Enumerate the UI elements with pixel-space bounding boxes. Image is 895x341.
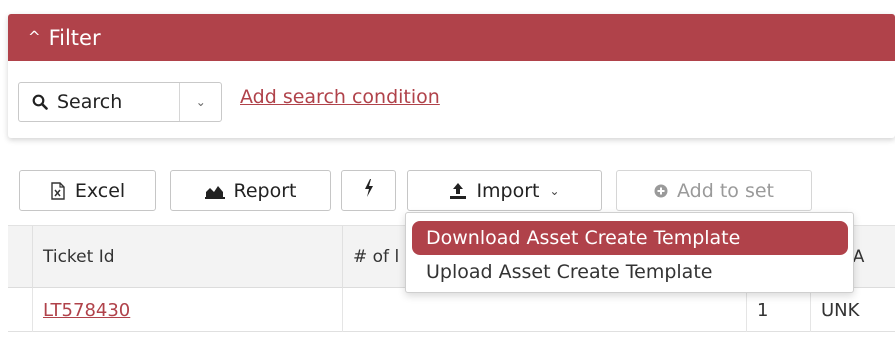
plus-circle-icon xyxy=(654,184,668,198)
search-button-group: Search ⌄ xyxy=(18,82,222,122)
excel-file-icon xyxy=(50,181,66,200)
excel-button-label: Excel xyxy=(74,179,126,202)
add-search-condition-link[interactable]: Add search condition xyxy=(240,86,440,108)
report-button-label: Report xyxy=(233,179,297,202)
add-to-set-button-label: Add to set xyxy=(677,179,774,202)
column-header-ticket-id[interactable]: Ticket Id xyxy=(32,226,342,288)
add-to-set-button[interactable]: Add to set xyxy=(616,170,812,211)
area-chart-icon xyxy=(204,183,225,199)
import-button[interactable]: Import ⌄ xyxy=(407,170,602,211)
upload-icon xyxy=(449,182,467,200)
chevron-down-icon: ⌄ xyxy=(549,183,560,198)
table-row: LT578430 1 UNK xyxy=(8,288,895,332)
menu-item-upload-template[interactable]: Upload Asset Create Template xyxy=(412,255,848,289)
filter-header[interactable]: ^ Filter xyxy=(8,14,895,61)
menu-item-download-template[interactable]: Download Asset Create Template xyxy=(412,221,848,255)
table-cell-type: UNK xyxy=(810,288,895,332)
import-button-label: Import xyxy=(476,179,540,202)
chevron-down-icon: ⌄ xyxy=(195,95,206,109)
filter-title: Filter xyxy=(48,25,101,50)
search-dropdown-toggle[interactable]: ⌄ xyxy=(179,83,221,121)
bolt-icon xyxy=(364,179,374,202)
chevron-up-icon: ^ xyxy=(28,27,41,46)
table-cell-qty: 1 xyxy=(746,288,810,332)
quick-action-button[interactable] xyxy=(341,170,396,211)
excel-button[interactable]: Excel xyxy=(19,170,156,211)
search-button[interactable]: Search xyxy=(19,83,179,121)
ticket-id-link[interactable]: LT578430 xyxy=(32,288,342,332)
report-button[interactable]: Report xyxy=(170,170,331,211)
search-icon xyxy=(32,94,48,110)
import-dropdown-menu: Download Asset Create Template Upload As… xyxy=(405,212,854,293)
table-cell-count xyxy=(342,288,746,332)
search-button-label: Search xyxy=(57,91,123,113)
